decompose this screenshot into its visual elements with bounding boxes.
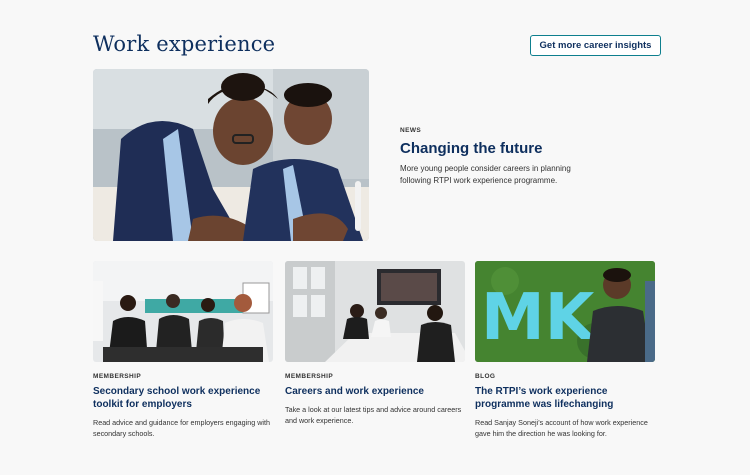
card-image-mk-sign[interactable]: MK (475, 261, 655, 362)
career-insights-button[interactable]: Get more career insights (530, 35, 661, 56)
card-tag: Membership (93, 373, 142, 380)
card-title-link[interactable]: The RTPI’s work experience programme was… (475, 385, 655, 411)
article-card: Membership Careers and work experience T… (285, 261, 465, 426)
card-tag: Blog (475, 373, 496, 380)
section-title: Work experience (93, 32, 276, 56)
card-description: Read advice and guidance for employers e… (93, 418, 271, 438)
card-title-link[interactable]: Careers and work experience (285, 385, 465, 398)
card-tag: Membership (285, 373, 334, 380)
card-title-link[interactable]: Secondary school work experience toolkit… (93, 385, 273, 411)
feature-title-link[interactable]: Changing the future (400, 140, 640, 157)
mk-sign-text: MK (481, 281, 597, 355)
card-image-classroom[interactable] (93, 261, 273, 362)
card-description: Take a look at our latest tips and advic… (285, 405, 462, 425)
feature-description: More young people consider careers in pl… (400, 164, 571, 185)
feature-image-students[interactable] (93, 69, 369, 241)
feature-article: News Changing the future More young peop… (400, 127, 640, 187)
article-card: MK Blog The RTPI’s work experience progr… (475, 261, 655, 439)
feature-tag: News (400, 127, 422, 134)
card-description: Read Sanjay Soneji’s account of how work… (475, 418, 648, 438)
article-card: Membership Secondary school work experie… (93, 261, 273, 439)
card-image-meeting[interactable] (285, 261, 465, 362)
